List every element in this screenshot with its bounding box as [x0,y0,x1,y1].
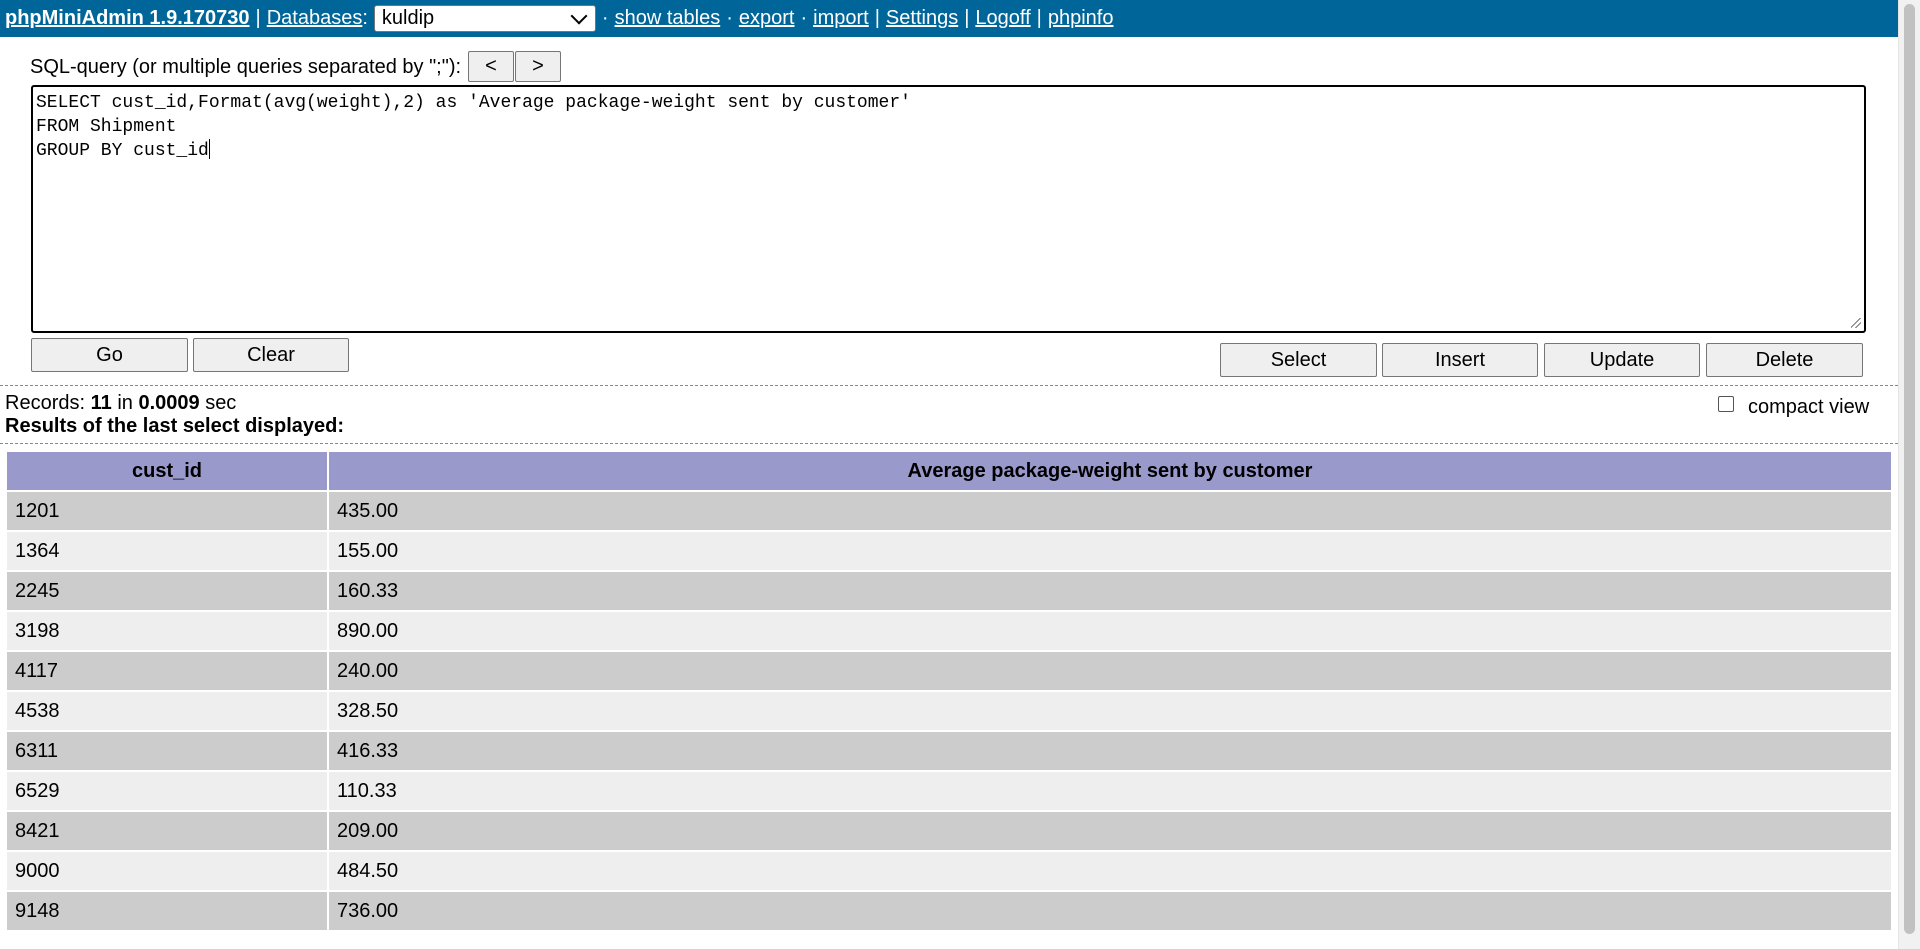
table-row: 3198 890.00 [7,612,1891,650]
table-row: 9000 484.50 [7,852,1891,890]
sql-line-2: FROM Shipment [36,117,177,137]
column-header-cust-id[interactable]: cust_id [7,452,327,490]
cell-average-weight: 890.00 [329,612,1891,650]
compact-view-toggle[interactable]: compact view [1718,395,1870,419]
cell-cust-id: 4538 [7,692,327,730]
table-row: 1201 435.00 [7,492,1891,530]
cell-average-weight: 416.33 [329,732,1891,770]
separator: | [874,7,880,29]
column-header-average-weight[interactable]: Average package-weight sent by customer [329,452,1891,490]
scrollbar-thumb[interactable] [1904,4,1915,934]
cell-average-weight: 240.00 [329,652,1891,690]
divider [0,385,1898,386]
import-link[interactable]: import [813,7,869,30]
brand-link[interactable]: phpMiniAdmin 1.9.170730 [5,7,250,30]
cell-average-weight: 435.00 [329,492,1891,530]
table-row: 4117 240.00 [7,652,1891,690]
sec-label: sec [205,392,237,414]
export-link[interactable]: export [739,7,795,30]
sql-line-1: SELECT cust_id,Format(avg(weight),2) as … [36,93,911,113]
select-button[interactable]: Select [1220,343,1377,377]
cell-average-weight: 209.00 [329,812,1891,850]
cell-cust-id: 2245 [7,572,327,610]
table-row: 6311 416.33 [7,732,1891,770]
cell-average-weight: 736.00 [329,892,1891,930]
cell-cust-id: 6529 [7,772,327,810]
separator: · [800,7,808,29]
logoff-link[interactable]: Logoff [975,7,1030,30]
separator: · [601,7,609,29]
cell-average-weight: 110.33 [329,772,1891,810]
cell-cust-id: 8421 [7,812,327,850]
table-row: 9148 736.00 [7,892,1891,930]
table-header-row: cust_id Average package-weight sent by c… [7,452,1891,490]
separator: · [726,7,733,29]
page: phpMiniAdmin 1.9.170730 | Databases: kul… [0,0,1898,949]
separator: | [255,7,261,29]
compact-view-label: compact view [1748,396,1870,418]
history-next-button[interactable]: > [515,51,561,82]
cell-cust-id: 1201 [7,492,327,530]
resize-grip-icon[interactable] [1851,318,1861,328]
records-label: Records: [5,392,86,414]
divider [0,443,1898,444]
table-row: 6529 110.33 [7,772,1891,810]
clear-button[interactable]: Clear [193,338,349,372]
table-row: 2245 160.33 [7,572,1891,610]
phpinfo-link[interactable]: phpinfo [1048,7,1114,30]
separator: | [1036,7,1042,29]
insert-button[interactable]: Insert [1382,343,1538,377]
cell-average-weight: 328.50 [329,692,1891,730]
cell-cust-id: 3198 [7,612,327,650]
table-row: 4538 328.50 [7,692,1891,730]
results-message: Results of the last select displayed: [5,415,344,437]
settings-link[interactable]: Settings [886,7,958,30]
database-select-value: kuldip [381,7,435,29]
cell-cust-id: 9148 [7,892,327,930]
database-select[interactable]: kuldip [373,5,596,32]
show-tables-link[interactable]: show tables [615,7,721,30]
sql-line-3: GROUP BY cust_id [36,141,209,161]
records-summary: Records: 11 in 0.0009 sec [5,392,236,415]
go-button[interactable]: Go [31,338,188,372]
chevron-down-icon [570,7,588,24]
records-count: 11 [90,392,112,414]
table-row: 8421 209.00 [7,812,1891,850]
cell-average-weight: 484.50 [329,852,1891,890]
delete-button[interactable]: Delete [1706,343,1863,377]
top-nav-bar: phpMiniAdmin 1.9.170730 | Databases: kul… [0,0,1898,37]
cell-cust-id: 6311 [7,732,327,770]
update-button[interactable]: Update [1544,343,1700,377]
in-label: in [117,392,133,414]
query-time: 0.0009 [138,392,200,414]
sql-query-textarea[interactable]: SELECT cust_id,Format(avg(weight),2) as … [31,85,1866,333]
compact-view-checkbox[interactable] [1718,395,1734,412]
cell-cust-id: 1364 [7,532,327,570]
cell-average-weight: 160.33 [329,572,1891,610]
results-table: cust_id Average package-weight sent by c… [5,450,1893,932]
cell-cust-id: 9000 [7,852,327,890]
sql-query-label: SQL-query (or multiple queries separated… [30,56,462,78]
table-row: 1364 155.00 [7,532,1891,570]
databases-link[interactable]: Databases [267,7,363,30]
history-prev-button[interactable]: < [468,51,514,82]
separator: | [964,7,970,29]
cell-average-weight: 155.00 [329,532,1891,570]
colon: : [362,7,368,29]
text-caret [208,139,210,159]
vertical-scrollbar[interactable] [1898,0,1920,949]
cell-cust-id: 4117 [7,652,327,690]
